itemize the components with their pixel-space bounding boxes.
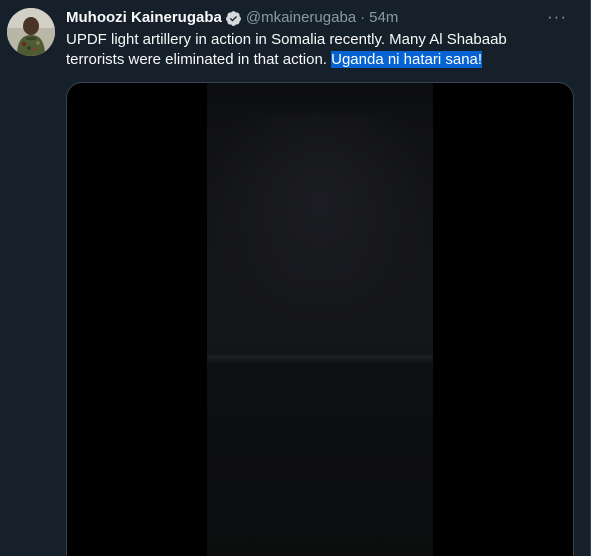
video-frame bbox=[207, 83, 433, 556]
tweet-text: UPDF light artillery in action in Somali… bbox=[66, 30, 566, 70]
display-name[interactable]: Muhoozi Kainerugaba bbox=[66, 8, 222, 28]
avatar[interactable] bbox=[7, 8, 55, 56]
more-options-icon[interactable]: ··· bbox=[544, 6, 570, 28]
verified-badge-icon bbox=[225, 10, 242, 27]
avatar-image bbox=[7, 8, 55, 56]
separator-dot: · bbox=[360, 9, 366, 26]
video-ground bbox=[207, 363, 433, 556]
video-horizon bbox=[207, 353, 433, 361]
video-player[interactable] bbox=[66, 82, 574, 556]
tweet-header: Muhoozi Kainerugaba @mkainerugaba · 54m … bbox=[66, 6, 570, 28]
tweet-text-selected: Uganda ni hatari sana! bbox=[331, 51, 483, 68]
timestamp[interactable]: 54m bbox=[369, 8, 398, 28]
video-sky bbox=[207, 113, 433, 333]
tweet[interactable]: Muhoozi Kainerugaba @mkainerugaba · 54m … bbox=[0, 0, 591, 556]
handle[interactable]: @mkainerugaba bbox=[246, 8, 356, 28]
